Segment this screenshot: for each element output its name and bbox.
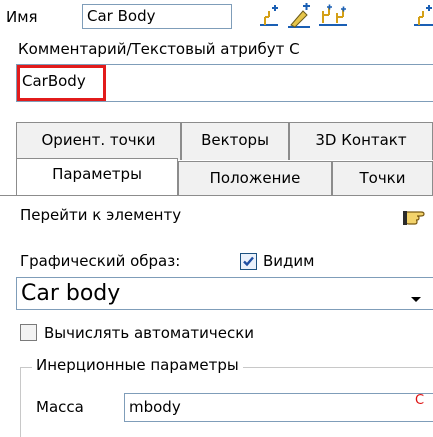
add-point-icon-2[interactable] [414, 3, 433, 30]
comment-label: Комментарий/Текстовый атрибут С [18, 40, 300, 58]
visible-checkbox[interactable] [240, 253, 257, 270]
name-input[interactable]: Car Body [82, 4, 232, 29]
comment-highlight-box [17, 65, 106, 101]
tab-parameters[interactable]: Параметры [16, 158, 178, 195]
goto-element-label: Перейти к элементу [20, 206, 182, 224]
add-point-icon[interactable] [256, 3, 282, 30]
auto-calc-label: Вычислять автоматически [44, 324, 255, 342]
edit-geometry-icon[interactable] [285, 3, 313, 30]
mass-marker: С [415, 393, 425, 408]
pointing-hand-icon[interactable] [403, 205, 433, 229]
graphic-image-value: Car body [21, 281, 121, 306]
graphic-image-label: Графический образ: [20, 252, 181, 270]
grid-points-icon[interactable] [317, 3, 349, 30]
tab-points[interactable]: Точки [332, 161, 433, 196]
chevron-down-icon[interactable] [410, 290, 422, 308]
tab-panel-border [0, 195, 433, 196]
tab-vectors[interactable]: Векторы [181, 122, 289, 160]
name-label: Имя [6, 8, 38, 26]
tab-position[interactable]: Положение [178, 161, 332, 196]
mass-label: Масса [36, 398, 84, 416]
tab-orient-points[interactable]: Ориент. точки [16, 122, 181, 160]
auto-calc-checkbox[interactable] [20, 324, 37, 341]
inertia-group-title: Инерционные параметры [32, 356, 243, 374]
mass-value: mbody [129, 398, 181, 416]
tab-3d-contact[interactable]: 3D Контакт [289, 122, 433, 160]
visible-label: Видим [263, 252, 315, 270]
